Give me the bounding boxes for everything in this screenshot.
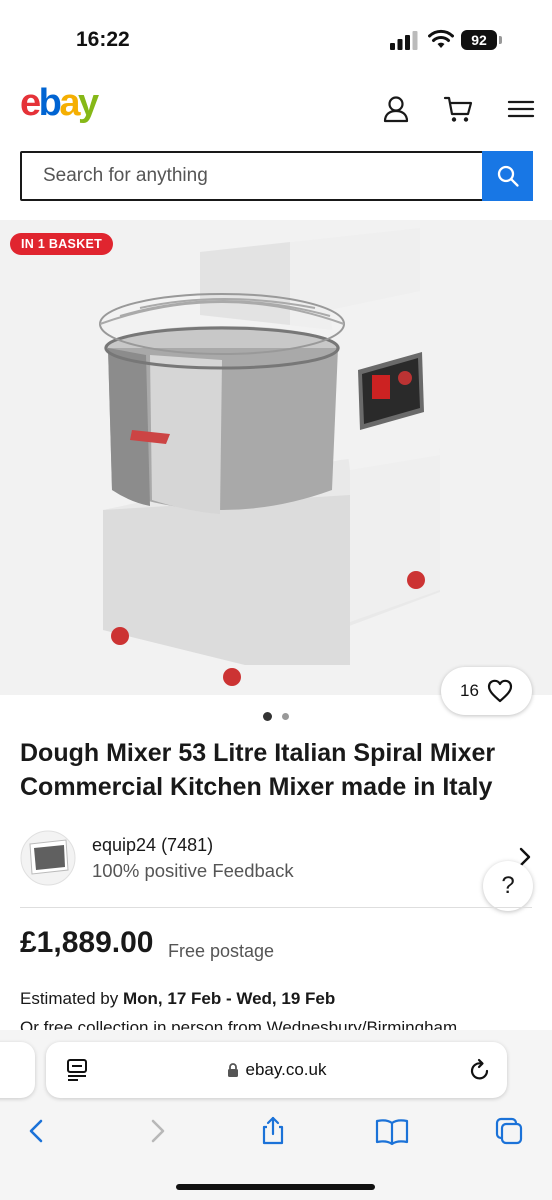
account-icon[interactable] xyxy=(381,94,411,124)
help-button[interactable]: ? xyxy=(483,861,533,911)
logo-letter-e: e xyxy=(20,82,41,124)
bookmarks-icon[interactable] xyxy=(375,1116,409,1146)
product-title: Dough Mixer 53 Litre Italian Spiral Mixe… xyxy=(20,739,496,801)
address-bar[interactable]: ebay.co.uk xyxy=(46,1042,507,1098)
divider xyxy=(20,907,532,908)
logo-letter-y: y xyxy=(78,82,99,124)
product-image xyxy=(99,228,440,686)
search-icon xyxy=(497,165,519,187)
battery-indicator: 92 xyxy=(461,30,497,50)
estimated-prefix: Estimated by xyxy=(20,989,119,1008)
back-icon[interactable] xyxy=(22,1116,52,1146)
status-bar: 16:22 92 xyxy=(0,0,552,70)
logo-letter-b: b xyxy=(38,82,62,124)
share-icon[interactable] xyxy=(258,1116,288,1146)
seller-feedback: 100% positive Feedback xyxy=(92,860,294,881)
status-time: 16:22 xyxy=(76,28,130,51)
watch-count: 16 xyxy=(460,681,479,700)
estimated-dates: Mon, 17 Feb - Wed, 19 Feb xyxy=(123,989,336,1008)
gallery-pagination xyxy=(0,712,552,724)
reload-icon[interactable] xyxy=(469,1058,491,1082)
search-input[interactable] xyxy=(22,153,484,199)
logo-letter-a: a xyxy=(59,82,80,124)
menu-icon[interactable] xyxy=(506,94,536,124)
wifi-icon xyxy=(428,29,454,48)
forward-icon[interactable] xyxy=(142,1116,172,1146)
previous-tab-preview[interactable] xyxy=(0,1042,35,1098)
seller-name[interactable]: equip24 (7481) xyxy=(92,835,213,856)
postage-info: Free postage xyxy=(168,941,275,961)
basket-icon[interactable] xyxy=(443,94,473,124)
product-image-gallery[interactable]: IN 1 BASKET 16 xyxy=(0,220,552,715)
tabs-icon[interactable] xyxy=(494,1116,524,1146)
seller-info[interactable]: equip24 (7481) 100% positive Feedback xyxy=(20,828,532,908)
cellular-signal-icon xyxy=(390,31,418,50)
ebay-logo[interactable]: ebay xyxy=(20,82,99,125)
estimated-delivery: Estimated by Mon, 17 Feb - Wed, 19 Feb xyxy=(20,989,335,1009)
search-button[interactable] xyxy=(482,151,533,201)
pagination-dot[interactable] xyxy=(282,713,289,720)
battery-cap xyxy=(499,36,502,44)
home-indicator xyxy=(176,1184,375,1190)
url-display: ebay.co.uk xyxy=(46,1042,507,1098)
seller-avatar xyxy=(20,830,76,886)
url-text: ebay.co.uk xyxy=(245,1060,327,1079)
item-price: £1,889.00 xyxy=(20,926,154,959)
search-bar xyxy=(20,151,533,201)
watch-button[interactable]: 16 xyxy=(441,667,532,715)
lock-icon xyxy=(227,1062,238,1077)
heart-icon xyxy=(487,679,513,703)
pagination-dot-active[interactable] xyxy=(263,712,272,721)
browser-toolbar: ebay.co.uk xyxy=(0,1030,552,1200)
app-header: ebay xyxy=(0,78,552,140)
in-basket-badge: IN 1 BASKET xyxy=(10,233,114,255)
